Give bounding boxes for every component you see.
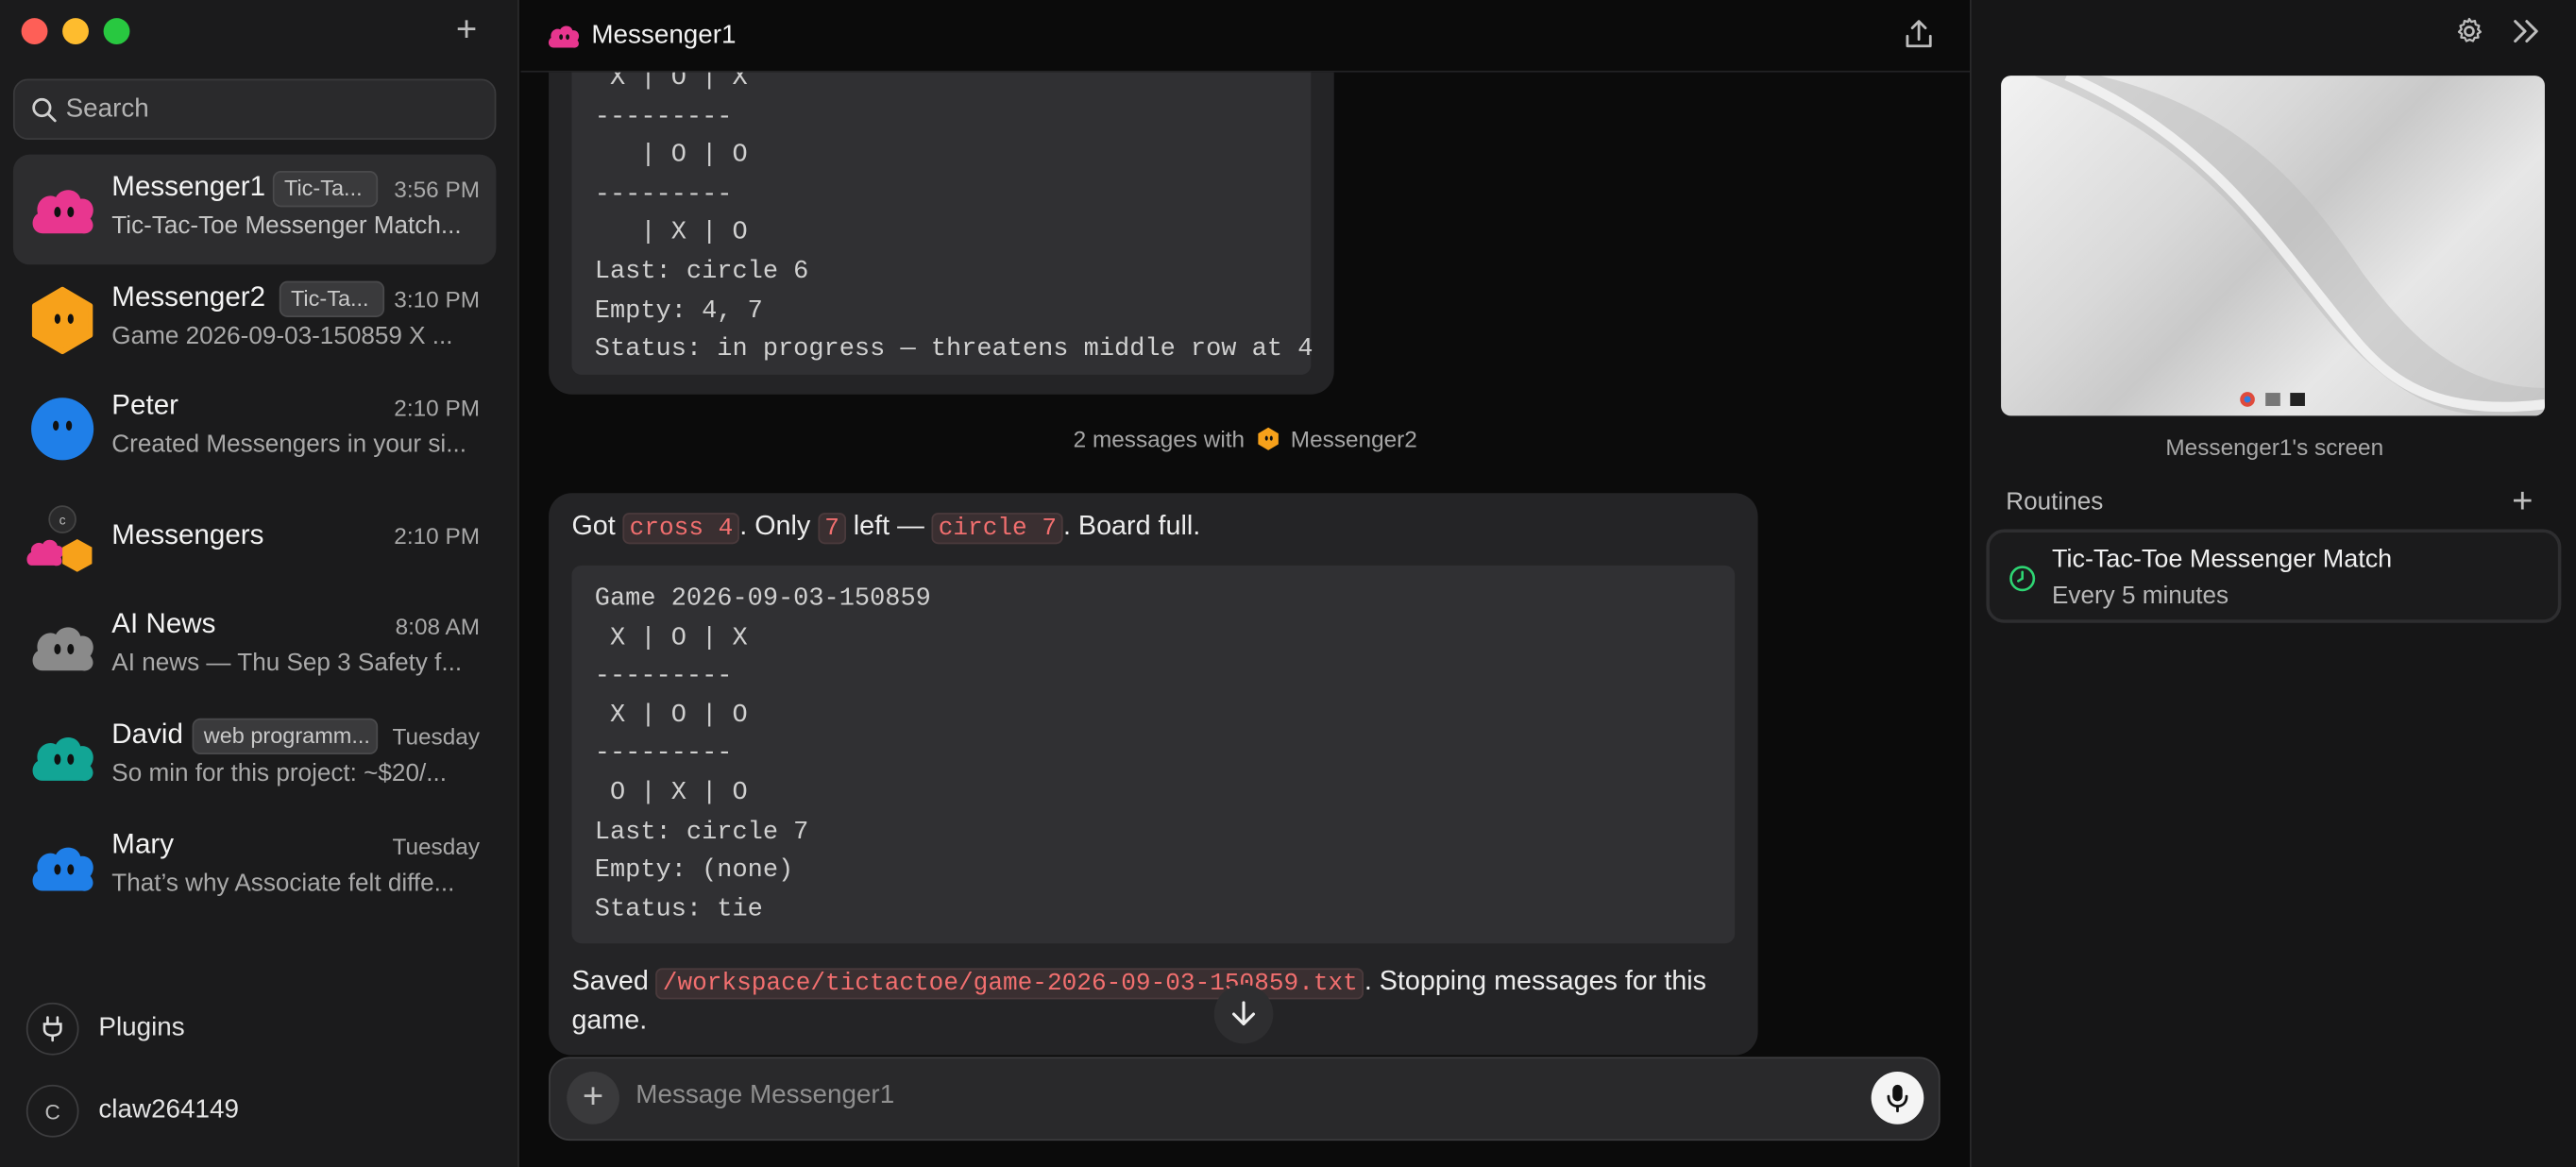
- svg-text:c: c: [59, 512, 66, 527]
- routine-schedule: Every 5 minutes: [2052, 582, 2229, 610]
- chat-preview: Game 2026-09-03-150859 X ...: [111, 321, 453, 350]
- chat-preview: Tic-Tac-Toe Messenger Match...: [111, 211, 462, 241]
- zoom-window-button[interactable]: [103, 18, 130, 45]
- chat-time: 8:08 AM: [395, 613, 481, 640]
- chat-preview: So min for this project: ~$20/...: [111, 759, 447, 787]
- sidebar: + Messenger1 Tic-Ta... 3:56 PM Tic-Tac-T…: [0, 0, 519, 1167]
- message-text: Saved /workspace/tictactoe/game-2026-09-…: [571, 966, 1707, 1036]
- chat-time: Tuesday: [392, 722, 481, 750]
- chat-item-mary[interactable]: Mary Tuesday That’s why Associate felt d…: [13, 811, 497, 921]
- screen-preview[interactable]: [2001, 76, 2545, 416]
- user-name: claw264149: [98, 1096, 239, 1125]
- routine-title: Tic-Tac-Toe Messenger Match: [2052, 545, 2393, 574]
- chat-name: David: [111, 718, 183, 750]
- gray-cloud-avatar-icon: [32, 627, 93, 672]
- plugins-button[interactable]: Plugins: [25, 1002, 185, 1056]
- search-icon: [32, 97, 57, 122]
- minimize-window-button[interactable]: [62, 18, 89, 45]
- chat-name: Messenger2: [111, 279, 266, 313]
- chat-item-messenger2[interactable]: Messenger2 Tic-Ta... 3:10 PM Game 2026-0…: [13, 264, 497, 374]
- inline-code: cross 4: [622, 513, 740, 545]
- blue-circle-avatar-icon: [31, 397, 94, 461]
- chat-header: Messenger1: [520, 0, 1971, 73]
- chat-item-messengers[interactable]: c Messengers 2:10 PM: [13, 482, 497, 592]
- chat-tag: Tic-Ta...: [279, 279, 385, 317]
- window-controls: [21, 18, 130, 45]
- search-box[interactable]: [12, 78, 497, 140]
- message-list[interactable]: X | O | X --------- | O | O --------- | …: [521, 72, 1971, 1056]
- routines-heading: Routines: [2006, 488, 2104, 516]
- chat-name: Peter: [111, 389, 179, 421]
- code-block: Game 2026-09-03-150859 X | O | X -------…: [571, 565, 1736, 944]
- chat-time: Tuesday: [392, 832, 481, 859]
- new-chat-plus-icon[interactable]: +: [445, 9, 487, 52]
- chat-item-david[interactable]: David web programm... Tuesday So min for…: [13, 702, 497, 811]
- chat-item-messenger1[interactable]: Messenger1 Tic-Ta... 3:56 PM Tic-Tac-Toe…: [12, 154, 497, 264]
- orange-hexagon-avatar-icon: [1257, 427, 1279, 450]
- add-routine-plus-icon[interactable]: +: [2512, 480, 2533, 522]
- microphone-button[interactable]: [1871, 1072, 1924, 1125]
- chat-name: Messenger1: [111, 171, 266, 203]
- orange-hexagon-avatar-icon: [31, 286, 93, 354]
- microphone-icon: [1887, 1084, 1908, 1113]
- teal-cloud-avatar-icon: [32, 736, 93, 782]
- collapse-panel-icon[interactable]: [2510, 16, 2543, 45]
- clock-icon: [2009, 566, 2036, 592]
- user-avatar: C: [25, 1084, 79, 1138]
- search-input[interactable]: [65, 94, 461, 125]
- close-window-button[interactable]: [21, 18, 48, 45]
- chat-item-ai-news[interactable]: AI News 8:08 AM AI news — Thu Sep 3 Safe…: [13, 592, 497, 702]
- terminal-icon: [2290, 393, 2305, 406]
- gear-icon[interactable]: [2454, 16, 2483, 45]
- divider-text: 2 messages with: [1073, 425, 1246, 452]
- plugins-label: Plugins: [98, 1014, 185, 1042]
- chat-time: 2:10 PM: [394, 395, 481, 421]
- chat-time: 3:10 PM: [394, 285, 481, 313]
- inline-code: circle 7: [931, 513, 1063, 545]
- group-avatar-icon: c: [26, 504, 93, 572]
- collapsed-messages-divider[interactable]: 2 messages with Messenger2: [521, 426, 1971, 452]
- chat-time: 3:56 PM: [394, 176, 481, 203]
- user-account-button[interactable]: C claw264149: [25, 1084, 239, 1138]
- message-composer: +: [549, 1057, 1940, 1142]
- plug-icon: [25, 1002, 79, 1056]
- chat-list: Messenger1 Tic-Ta... 3:56 PM Tic-Tac-Toe…: [12, 154, 497, 921]
- chat-item-peter[interactable]: Peter 2:10 PM Created Messengers in your…: [13, 373, 497, 482]
- blue-cloud-avatar-icon: [32, 846, 93, 890]
- message-bubble: Got cross 4. Only 7 left — circle 7. Boa…: [549, 493, 1758, 1056]
- wallpaper-image: [2033, 76, 2545, 416]
- chat-name: Messengers: [111, 518, 264, 550]
- screen-caption: Messenger1's screen: [2165, 433, 2384, 461]
- chat-title: Messenger1: [591, 20, 737, 49]
- routine-item[interactable]: Tic-Tac-Toe Messenger Match Every 5 minu…: [1986, 529, 2562, 623]
- arrow-down-icon: [1232, 1001, 1256, 1026]
- pink-cloud-avatar-icon: [548, 25, 580, 47]
- app-icon: [2265, 393, 2280, 406]
- message-input[interactable]: [636, 1081, 1787, 1111]
- chat-preview: AI news — Thu Sep 3 Safety f...: [111, 650, 463, 678]
- share-icon[interactable]: [1901, 16, 1937, 52]
- message-bubble: X | O | X --------- | O | O --------- | …: [549, 72, 1334, 395]
- pink-cloud-avatar-icon: [32, 190, 93, 234]
- chat-preview: Created Messengers in your si...: [111, 431, 466, 460]
- chat-tag: Tic-Ta...: [272, 171, 379, 208]
- divider-name: Messenger2: [1290, 425, 1417, 452]
- message-text: Got cross 4. Only 7 left — circle 7. Boa…: [571, 511, 1201, 545]
- attach-plus-icon[interactable]: +: [567, 1072, 619, 1125]
- scroll-to-bottom-button[interactable]: [1213, 984, 1274, 1044]
- chat-preview: That’s why Associate felt diffe...: [111, 869, 455, 897]
- chat-view: Messenger1 X | O | X --------- | O | O -…: [520, 0, 1971, 1167]
- chat-name: AI News: [111, 608, 216, 640]
- chat-time: 2:10 PM: [394, 522, 481, 550]
- code-block: X | O | X --------- | O | O --------- | …: [571, 72, 1313, 375]
- inline-code: 7: [818, 513, 846, 545]
- details-panel: Messenger1's screen Routines + Tic-Tac-T…: [1970, 0, 2576, 1167]
- chat-tag: web programm...: [192, 718, 379, 754]
- chat-name: Mary: [111, 827, 175, 859]
